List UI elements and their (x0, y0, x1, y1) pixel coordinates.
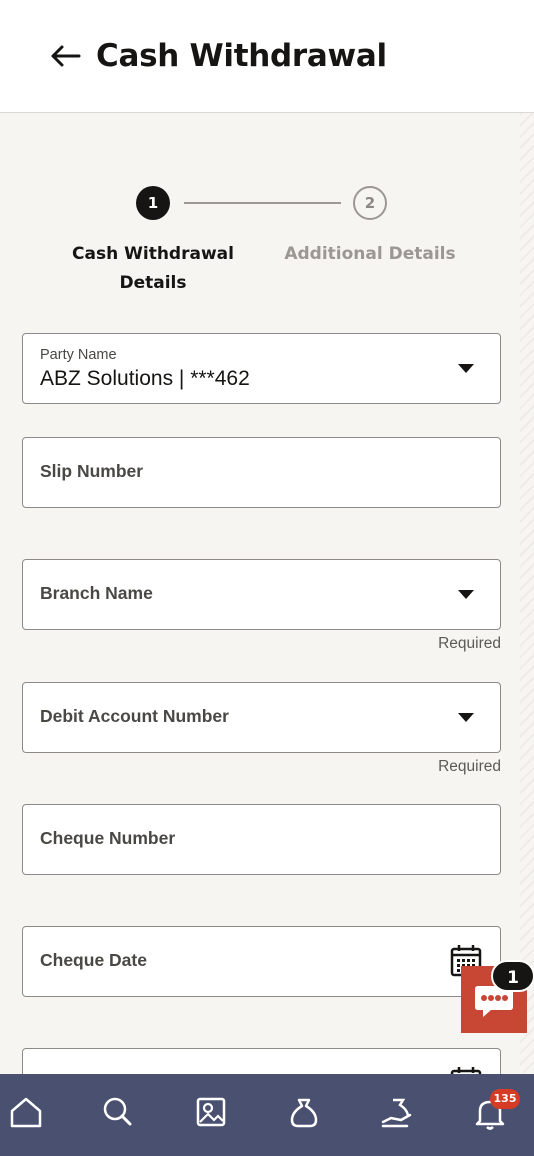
home-icon[interactable] (6, 1092, 46, 1132)
step-1-label: Cash Withdrawal Details (72, 244, 234, 293)
chevron-down-icon (458, 713, 474, 722)
party-name-select[interactable]: Party Name ABZ Solutions | ***462 (22, 333, 501, 404)
image-icon[interactable] (191, 1092, 231, 1132)
cheque-number-input[interactable]: Cheque Number (22, 804, 501, 875)
step-1-indicator: 1 (136, 186, 170, 220)
investment-icon[interactable] (377, 1092, 417, 1132)
slip-number-placeholder: Slip Number (40, 461, 144, 481)
party-name-value: ABZ Solutions | ***462 (40, 367, 250, 390)
search-icon[interactable] (98, 1092, 138, 1132)
step-connector (184, 202, 341, 204)
chevron-down-icon (458, 364, 474, 373)
notification-badge: 135 (490, 1089, 520, 1109)
arrow-left-icon[interactable] (50, 38, 82, 74)
cheque-date-input[interactable]: Cheque Date (22, 926, 501, 997)
bottom-navigation (0, 1074, 534, 1156)
bag-icon[interactable] (284, 1092, 324, 1132)
branch-name-placeholder: Branch Name (40, 583, 153, 603)
debit-account-select[interactable]: Debit Account Number (22, 682, 501, 753)
app-header: Cash Withdrawal (0, 0, 534, 113)
progress-stepper: 1 2 Cash Withdrawal Details Additional D… (0, 186, 534, 306)
step-2-indicator: 2 (353, 186, 387, 220)
chat-badge: 1 (491, 960, 534, 992)
step-2-label: Additional Details (284, 244, 456, 264)
chevron-down-icon (458, 590, 474, 599)
debit-account-placeholder: Debit Account Number (40, 706, 229, 726)
cheque-date-placeholder: Cheque Date (40, 950, 147, 970)
branch-required-hint: Required (438, 635, 501, 652)
party-name-label: Party Name (40, 347, 117, 363)
cheque-number-placeholder: Cheque Number (40, 828, 176, 848)
page-title: Cash Withdrawal (96, 38, 387, 74)
branch-name-select[interactable]: Branch Name (22, 559, 501, 630)
slip-number-input[interactable]: Slip Number (22, 437, 501, 508)
debit-account-required-hint: Required (438, 758, 501, 775)
